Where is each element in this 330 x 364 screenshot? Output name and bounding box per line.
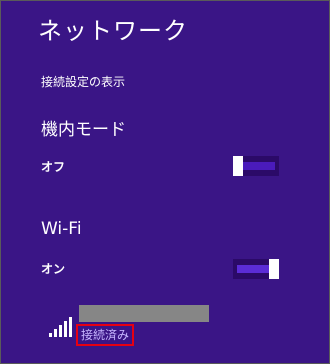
airplane-mode-state: オフ — [41, 160, 66, 174]
wifi-state: オン — [41, 262, 66, 276]
wifi-signal-icon — [49, 317, 73, 337]
toggle-thumb[interactable] — [269, 259, 279, 279]
network-panel: ネットワーク 接続設定の表示 機内モード オフ Wi-Fi オン 接続済み — [0, 0, 330, 364]
toggle-thumb[interactable] — [233, 156, 243, 176]
network-name-redacted — [79, 305, 209, 322]
wifi-label: Wi-Fi — [41, 219, 82, 239]
airplane-mode-toggle[interactable] — [233, 156, 279, 176]
signal-bar — [64, 321, 67, 337]
wifi-toggle[interactable] — [233, 259, 279, 279]
signal-bar — [49, 333, 52, 337]
panel-title: ネットワーク — [38, 17, 188, 45]
network-connection-status: 接続済み — [76, 324, 135, 346]
airplane-mode-label: 機内モード — [41, 120, 126, 140]
signal-bar — [59, 325, 62, 337]
signal-bar — [69, 317, 72, 337]
network-list-item[interactable]: 接続済み — [41, 299, 291, 355]
signal-bar — [54, 329, 57, 337]
show-connection-settings-link[interactable]: 接続設定の表示 — [41, 73, 125, 91]
